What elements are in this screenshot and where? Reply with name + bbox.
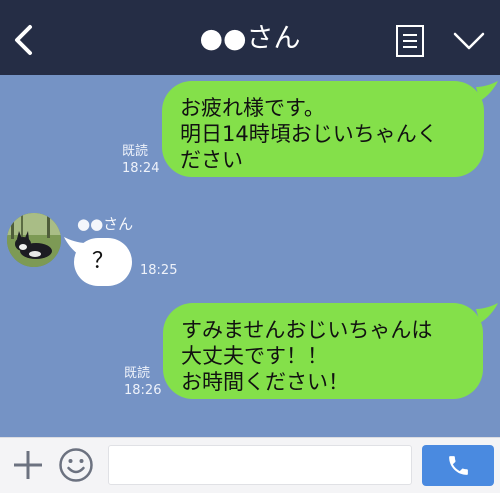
input-bar [0,437,500,493]
message-line: ださい [180,148,243,172]
outgoing-message-bubble: お疲れ様です。 明日14時頃おじいちゃんく ださい [162,81,484,177]
chevron-down-icon[interactable] [452,30,486,52]
emoji-icon[interactable] [58,447,94,483]
avatar[interactable] [7,213,61,267]
message-line: お疲れ様です。 [180,96,325,120]
message-time: 18:26 [124,383,162,398]
sender-name: ●●さん [77,215,134,233]
bubble-tail [476,81,498,101]
chat-title: ●●さん [199,23,301,54]
read-receipt: 既読 [122,144,149,159]
outgoing-message-bubble: すみませんおじいちゃんは 大丈夫です！！ お時間ください！ [163,303,483,399]
phone-icon [449,456,468,475]
call-button[interactable] [422,445,494,486]
message-status: 既読 18:24 [122,143,159,177]
dog-photo [7,213,61,267]
message-line: すみませんおじいちゃんは [181,318,433,342]
message-line: 大丈夫です！！ [181,344,328,368]
chat-header: ●●さん [0,0,500,75]
notes-icon[interactable] [395,24,425,58]
message-time: 18:24 [122,161,160,176]
message-time: 18:25 [140,263,178,278]
bubble-tail [476,303,498,323]
read-receipt: 既読 [124,366,151,381]
message-input[interactable] [108,445,412,485]
message-line: 明日14時頃おじいちゃんく [180,122,438,146]
message-status: 既読 18:26 [124,365,161,399]
plus-icon[interactable] [12,449,44,481]
message-line: お時間ください！ [181,370,349,394]
incoming-message-bubble: ？ [74,238,132,286]
message-list[interactable]: お疲れ様です。 明日14時頃おじいちゃんく ださい 既読 18:24 ●●さん … [0,75,500,437]
